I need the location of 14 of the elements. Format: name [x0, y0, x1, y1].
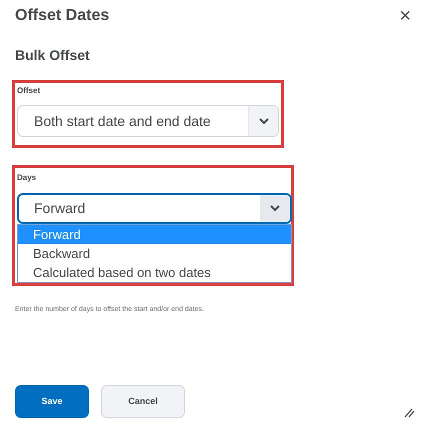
field-label: Offset	[17, 85, 42, 97]
resize-handle-icon[interactable]	[404, 408, 415, 418]
chevron-down-icon	[270, 205, 280, 212]
close-button[interactable]: ×	[395, 6, 415, 26]
field-label: Days	[17, 172, 38, 184]
dropdown-option[interactable]: Backward	[18, 244, 291, 263]
section-title: Bulk Offset	[15, 47, 90, 63]
dialog-title: Offset Dates	[15, 6, 110, 26]
dropdown-option[interactable]: Calculated based on two dates	[18, 263, 291, 282]
save-button[interactable]: Save	[15, 385, 89, 418]
offset-select[interactable]: Both start date and end date	[17, 105, 279, 137]
cancel-button[interactable]: Cancel	[101, 385, 185, 418]
chevron-down-icon	[258, 118, 268, 124]
days-select[interactable]: Forward	[17, 193, 292, 224]
